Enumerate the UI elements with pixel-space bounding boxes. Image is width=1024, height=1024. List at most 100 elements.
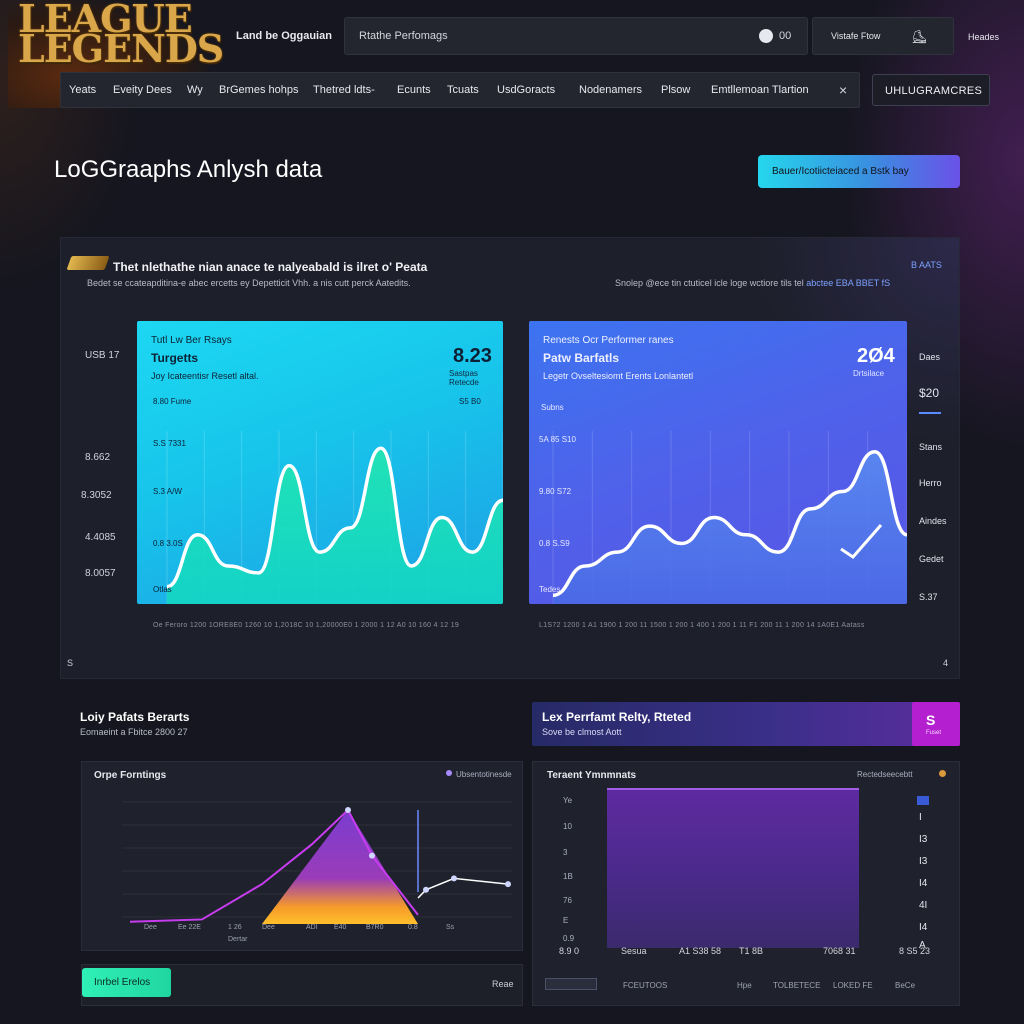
- nav-tab[interactable]: Eveity Dees: [113, 84, 172, 96]
- box-right-link[interactable]: Ubsentotinesde: [456, 770, 512, 779]
- x-tick: 0.8: [408, 924, 418, 931]
- targets-chart-card[interactable]: Tutl Lw Ber Rsays Turgetts Joy Icateenti…: [137, 321, 503, 604]
- nav-tab[interactable]: Thetred ldts-: [313, 84, 375, 96]
- x-axis-ticks: L1S72 1200 1 A1 1900 1 200 11 1500 1 200…: [539, 622, 865, 629]
- badge-sub: Fuset: [926, 730, 942, 736]
- chart-label: S.S 7331: [153, 439, 186, 448]
- section-subtitle: Eomaeint a Fbitce 2800 27: [80, 727, 188, 737]
- legend-label: Daes: [919, 352, 941, 362]
- chart-label: S.3 A/W: [153, 487, 182, 496]
- x-tick: T1 8B: [739, 946, 764, 956]
- nav-tab[interactable]: UsdGoracts: [497, 84, 555, 96]
- x-tick: B7R0: [366, 924, 384, 931]
- footer-label: BeCe: [895, 981, 916, 990]
- user-label: Vistafe Ftow: [831, 31, 881, 41]
- y-tick: Ye: [563, 796, 573, 805]
- panel-right-text: Snolep @ece tin ctuticel icle loge wctio…: [615, 278, 804, 288]
- footer-label: FCEUTOOS: [623, 981, 668, 990]
- footer-label: Hpe: [737, 981, 752, 990]
- enable-button-label: Inrbel Erelos: [94, 977, 151, 988]
- nav-tab[interactable]: Yeats: [69, 84, 96, 96]
- main-nav: Yeats Eveity Dees Wy BrGemes hohps Thetr…: [60, 72, 860, 108]
- legend-swatch: [917, 796, 929, 805]
- x-tick: Ss: [446, 924, 455, 931]
- chart-label: 5A 85 S10: [539, 435, 576, 444]
- right-tick: I4: [919, 922, 928, 933]
- nav-tab[interactable]: BrGemes hohps: [219, 84, 298, 96]
- nav-tab[interactable]: Plsow: [661, 84, 690, 96]
- top-right-link[interactable]: Heades: [968, 32, 999, 42]
- card-label: Renests Ocr Performer ranes: [543, 335, 674, 346]
- tournaments-chart-box: Teraent Ymnmnats Rectedseecebtt Ye 10 3 …: [532, 761, 960, 1006]
- performance-banner[interactable]: Lex Perrfamt Relty, Rteted Sove be clmos…: [532, 702, 960, 746]
- upgrade-button-label: UHLUGRAMCRES: [885, 85, 983, 97]
- x-tick: Ee 22E: [178, 924, 201, 931]
- card-value-sub: Drtsilace: [853, 369, 885, 378]
- y-axis-label: 8.662: [85, 452, 111, 463]
- banner-title: Lex Perrfamt Relty, Rteted: [542, 710, 692, 724]
- x-tick: A1 S38 58: [679, 946, 722, 956]
- footer-label: TOLBETECE: [773, 981, 821, 990]
- search-input[interactable]: Rtathe Perfomags 00: [344, 17, 808, 55]
- panel-right-link[interactable]: abctee EBA BBET fS: [806, 278, 890, 288]
- card-title: Turgetts: [151, 351, 199, 365]
- badge-glyph: S: [926, 712, 936, 728]
- enable-button[interactable]: Inrbel Erelos: [82, 968, 171, 997]
- status-dot-icon: [446, 770, 452, 776]
- y-axis-label: 8.3052: [81, 490, 112, 501]
- data-point: [423, 886, 429, 893]
- chart-label: Subns: [541, 403, 564, 412]
- search-text: Rtathe Perfomags: [359, 30, 448, 42]
- flag-icon: [66, 256, 110, 270]
- x-tick: 7068 31: [823, 946, 856, 956]
- card-subtitle: Legetr Ovseltesiomt Erents Lonlantetl: [543, 371, 694, 381]
- y-tick: 3: [563, 848, 568, 857]
- x-tick: Dee: [144, 924, 157, 931]
- x-axis-sub: Dertar: [228, 936, 248, 943]
- data-point: [451, 875, 457, 882]
- box-title: Teraent Ymnmnats: [547, 770, 637, 781]
- nav-tab[interactable]: Emtllemoan Tlartion: [711, 84, 809, 96]
- cta-button[interactable]: Bauer/Icotiicteiaced a Bstk bay: [758, 155, 960, 188]
- chart-label: 8.80 Fume: [153, 397, 192, 406]
- filter-tag[interactable]: [545, 978, 597, 990]
- right-tick: I: [919, 812, 922, 823]
- panel-footer-left: S: [67, 658, 74, 668]
- upgrade-button[interactable]: UHLUGRAMCRES: [872, 74, 990, 106]
- card-title: Patw Barfatls: [543, 351, 620, 365]
- y-axis-label: 8.0057: [85, 568, 116, 579]
- nav-tab[interactable]: Nodenamers: [579, 84, 642, 96]
- chart-label: 0.8 3.0S: [153, 539, 183, 548]
- panel-subtitle: Bedet se ccateapditina-e abec ercetts ey…: [87, 278, 411, 288]
- x-tick: Sesua: [621, 946, 647, 956]
- performance-chart-card[interactable]: Renests Ocr Performer ranes Patw Barfatl…: [529, 321, 907, 604]
- close-icon[interactable]: ×: [839, 82, 847, 98]
- chart-label: Otlas: [153, 585, 172, 594]
- search-icon[interactable]: [759, 29, 773, 43]
- legend-label: Gedet: [919, 554, 944, 564]
- x-tick: 8.9 0: [559, 946, 580, 956]
- nav-tab[interactable]: Ecunts: [397, 84, 431, 96]
- nav-tab[interactable]: Tcuats: [447, 84, 479, 96]
- panel-corner-link[interactable]: B AATS: [911, 260, 942, 270]
- legend-label: Stans: [919, 442, 943, 452]
- chart-label: 9.80 S72: [539, 487, 572, 496]
- user-menu[interactable]: Vistafe Ftow ⛸: [812, 17, 954, 55]
- purple-area-plot: [607, 788, 859, 948]
- data-point: [369, 852, 375, 859]
- y-axis-label: USB 17: [85, 350, 120, 361]
- data-point: [345, 807, 351, 813]
- top-title: Land be Oggauian: [236, 30, 332, 42]
- banner-badge[interactable]: S Fuset: [912, 702, 960, 746]
- y-tick: 10: [563, 822, 572, 831]
- nav-tab[interactable]: Wy: [187, 84, 203, 96]
- y-tick: 0.9: [563, 934, 575, 943]
- y-tick: E: [563, 916, 569, 925]
- footer-link[interactable]: Reae: [492, 979, 514, 989]
- legend-label: S.37: [919, 592, 938, 602]
- area-fill: [262, 810, 418, 924]
- section-title: Loiy Pafats Berarts: [80, 710, 190, 724]
- card-value: 2Ø4: [857, 345, 895, 367]
- box-right-link[interactable]: Rectedseecebtt: [857, 770, 913, 779]
- legend-label: $20: [919, 386, 940, 400]
